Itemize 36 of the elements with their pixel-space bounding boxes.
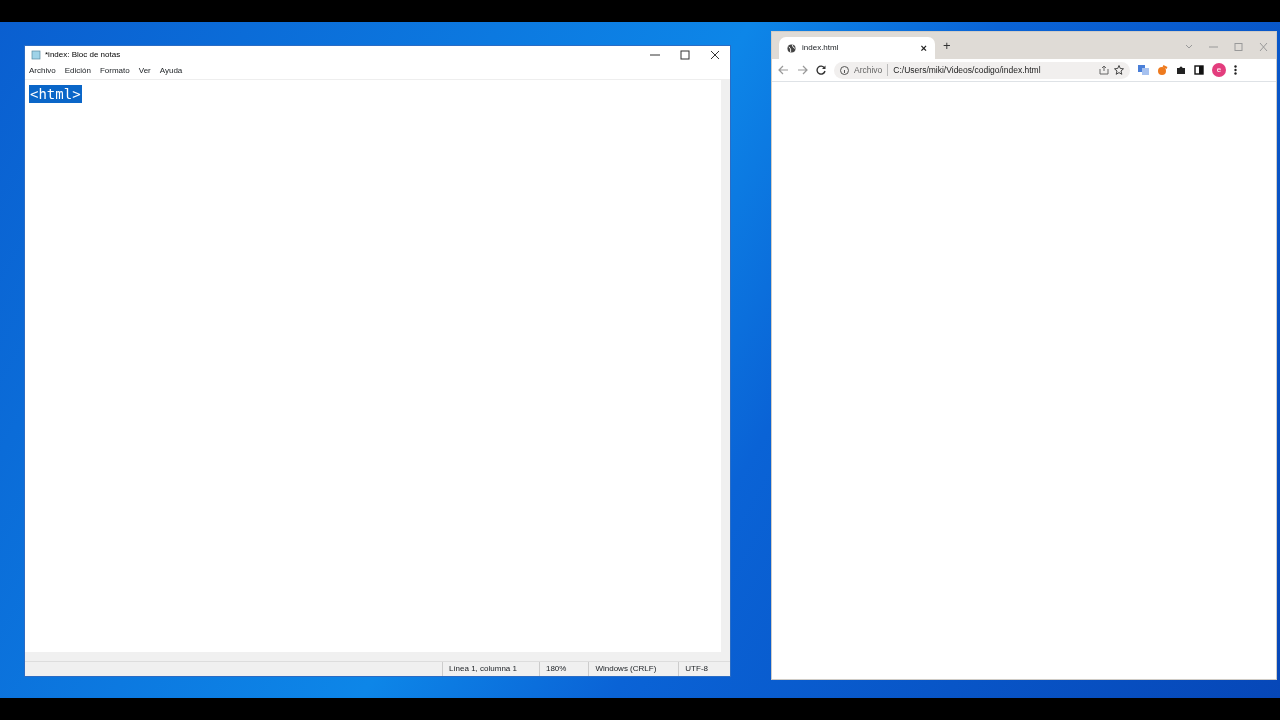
translate-icon[interactable]: [1138, 65, 1149, 75]
share-icon[interactable]: [1099, 65, 1109, 75]
tab-close-button[interactable]: ×: [920, 39, 927, 57]
profile-avatar[interactable]: e: [1212, 63, 1226, 77]
horizontal-scrollbar[interactable]: [25, 652, 730, 661]
new-tab-button[interactable]: +: [943, 35, 951, 55]
address-bar[interactable]: Archivo C:/Users/miki/Videos/codigo/index.html: [834, 61, 1130, 79]
url-text: C:/Users/miki/Videos/codigo/index.html: [893, 63, 1041, 77]
menu-item[interactable]: Edición: [64, 65, 91, 77]
security-label: Archivo: [854, 63, 889, 77]
browser-tab[interactable]: index.html ×: [779, 37, 935, 59]
menu-item[interactable]: Ver: [138, 65, 151, 77]
editor-text: <html>: [29, 85, 82, 103]
text-editor[interactable]: <html>: [25, 79, 730, 652]
globe-icon: [787, 43, 796, 53]
forward-icon[interactable]: [797, 65, 808, 75]
window-title: *index: Bloc de notas: [45, 48, 121, 61]
status-text: 180%: [538, 662, 589, 676]
tab-title: index.html: [802, 42, 839, 54]
menu-item[interactable]: Archivo: [29, 65, 56, 77]
status-text: Línea 1, columna 1: [441, 662, 539, 676]
vertical-scrollbar[interactable]: [721, 80, 730, 652]
menu-item[interactable]: Ayuda: [159, 65, 183, 77]
info-icon: [840, 65, 849, 75]
status-text: Windows (CRLF): [588, 662, 679, 676]
status-text: UTF-8: [678, 662, 730, 676]
menu-item[interactable]: Formato: [99, 65, 130, 77]
maximize-icon[interactable]: [680, 49, 690, 60]
side-panel-icon[interactable]: [1194, 65, 1204, 75]
more-icon[interactable]: [1234, 65, 1237, 75]
chevron-down-icon[interactable]: [1185, 43, 1193, 51]
notepad-icon: [31, 49, 41, 60]
close-icon[interactable]: [710, 49, 720, 60]
back-icon[interactable]: [778, 65, 789, 75]
reload-icon[interactable]: [816, 65, 826, 75]
star-icon[interactable]: [1114, 65, 1124, 75]
